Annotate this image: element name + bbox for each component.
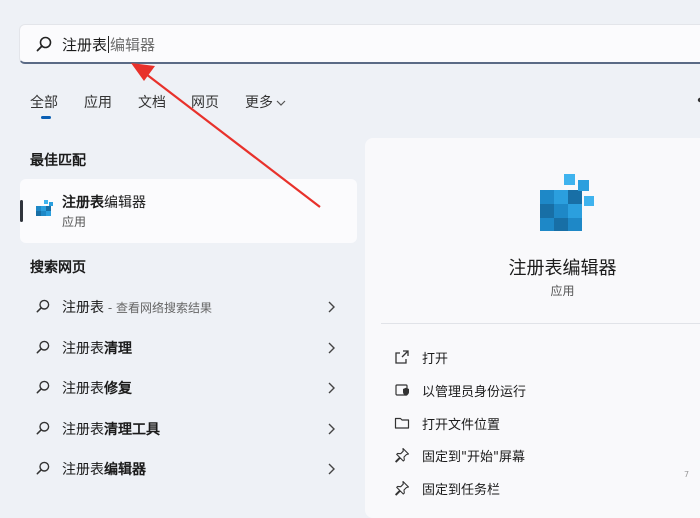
best-match-title: 注册表编辑器: [62, 192, 146, 212]
web-result-label: 注册表清理工具: [62, 419, 160, 439]
registry-editor-icon: [36, 200, 53, 216]
web-result-label: 注册表 - 查看网络搜索结果: [62, 297, 212, 317]
web-result-item[interactable]: 注册表修复: [20, 368, 357, 408]
chevron-right-icon: [328, 382, 335, 394]
pin-icon: [395, 480, 410, 496]
search-autocomplete-text: 编辑器: [110, 36, 156, 54]
action-run-as-admin[interactable]: 以管理员身份运行: [380, 374, 700, 406]
web-result-prefix: 注册表: [62, 300, 104, 316]
action-open[interactable]: 打开: [380, 341, 700, 373]
registry-editor-icon: [540, 174, 594, 231]
action-label: 以管理员身份运行: [422, 385, 527, 400]
detail-app-type: 应用: [550, 284, 575, 298]
web-result-prefix: 注册表: [62, 462, 104, 478]
web-result-label: 注册表编辑器: [62, 459, 146, 479]
best-match-title-bold: 注册表: [62, 195, 104, 211]
action-open-file-location[interactable]: 打开文件位置: [380, 407, 700, 439]
admin-shield-icon: [395, 384, 409, 396]
tab-active-indicator: [41, 116, 51, 119]
search-icon: [36, 299, 50, 313]
web-result-prefix: 注册表: [62, 341, 104, 357]
best-match-subtitle: 应用: [62, 215, 87, 229]
search-input[interactable]: 注册表 编辑器: [62, 34, 155, 55]
web-result-prefix: 注册表: [62, 422, 104, 438]
search-icon: [36, 461, 50, 475]
web-result-item[interactable]: 注册表清理: [20, 328, 357, 368]
tab-more[interactable]: 更多: [245, 92, 286, 112]
tab-documents[interactable]: 文档: [138, 92, 166, 112]
search-icon: [36, 36, 52, 52]
tab-all[interactable]: 全部: [30, 92, 58, 112]
detail-app-name: 注册表编辑器: [508, 258, 617, 279]
chevron-down-icon: [276, 100, 286, 106]
action-label: 打开文件位置: [422, 418, 501, 433]
search-box[interactable]: 注册表 编辑器: [19, 24, 700, 64]
action-label: 固定到任务栏: [422, 483, 501, 498]
chevron-right-icon: [328, 423, 335, 435]
web-result-item[interactable]: 注册表清理工具: [20, 409, 357, 449]
web-result-bold: 编辑器: [104, 462, 146, 478]
action-label: 打开: [422, 352, 449, 367]
web-result-prefix: 注册表: [62, 381, 104, 397]
web-result-bold: 清理工具: [104, 422, 160, 438]
search-web-header: 搜索网页: [30, 260, 86, 276]
search-icon: [36, 340, 50, 354]
folder-icon: [394, 417, 410, 429]
web-result-bold: 修复: [104, 381, 132, 397]
search-icon: [36, 421, 50, 435]
divider: [381, 323, 700, 324]
pin-icon: [395, 447, 410, 463]
tab-more-label: 更多: [245, 95, 273, 111]
web-result-item[interactable]: 注册表编辑器: [20, 449, 357, 489]
tab-apps[interactable]: 应用: [84, 92, 112, 112]
action-pin-to-taskbar[interactable]: 固定到任务栏: [380, 472, 700, 504]
chevron-right-icon: [328, 301, 335, 313]
web-result-label: 注册表修复: [62, 378, 132, 398]
web-result-label: 注册表清理: [62, 338, 132, 358]
corner-mark: 7: [684, 470, 690, 479]
chevron-right-icon: [328, 463, 335, 475]
web-result-item[interactable]: 注册表 - 查看网络搜索结果: [20, 287, 357, 327]
action-label: 固定到"开始"屏幕: [422, 450, 525, 465]
best-match-header: 最佳匹配: [30, 153, 86, 169]
search-icon: [36, 380, 50, 394]
open-external-icon: [395, 350, 409, 364]
web-result-suffix: - 查看网络搜索结果: [104, 301, 212, 315]
search-typed-text: 注册表: [62, 36, 108, 54]
web-result-bold: 清理: [104, 341, 132, 357]
tab-web[interactable]: 网页: [191, 92, 219, 112]
selection-indicator: [20, 200, 23, 222]
chevron-right-icon: [328, 342, 335, 354]
overflow-icon[interactable]: [693, 93, 700, 107]
best-match-title-rest: 编辑器: [104, 195, 146, 211]
text-caret: [108, 36, 110, 53]
action-pin-to-start[interactable]: 固定到"开始"屏幕: [380, 439, 700, 471]
